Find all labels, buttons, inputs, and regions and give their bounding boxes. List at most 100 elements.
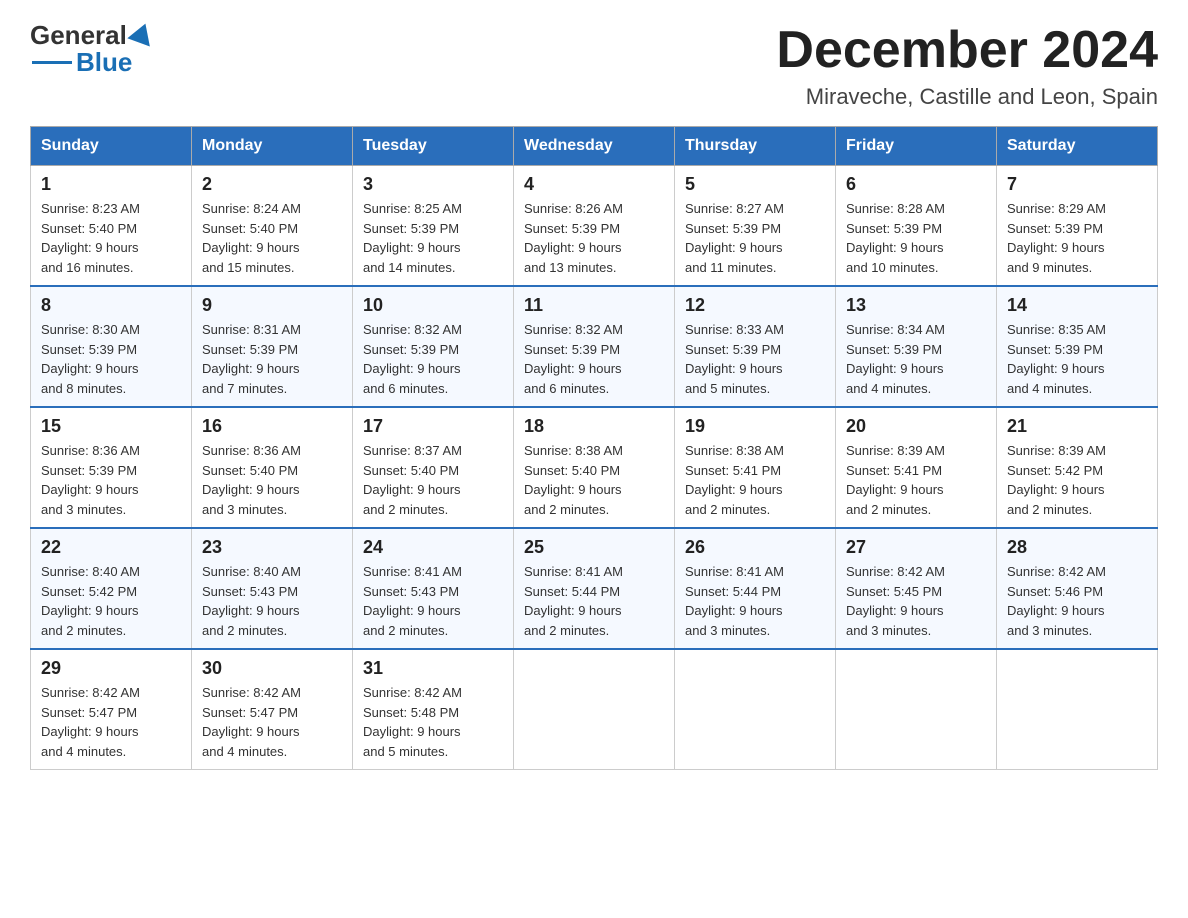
day-info: Sunrise: 8:27 AMSunset: 5:39 PMDaylight:… — [685, 199, 825, 277]
day-number: 17 — [363, 416, 503, 437]
day-number: 25 — [524, 537, 664, 558]
day-number: 6 — [846, 174, 986, 195]
day-number: 15 — [41, 416, 181, 437]
page-header: General Blue December 2024 Miraveche, Ca… — [30, 20, 1158, 110]
day-info: Sunrise: 8:30 AMSunset: 5:39 PMDaylight:… — [41, 320, 181, 398]
calendar-cell: 17 Sunrise: 8:37 AMSunset: 5:40 PMDayligh… — [353, 407, 514, 528]
calendar-cell: 5Sunrise: 8:27 AMSunset: 5:39 PMDaylight… — [675, 166, 836, 287]
day-info: Sunrise: 8:32 AMSunset: 5:39 PMDaylight:… — [524, 320, 664, 398]
day-number: 30 — [202, 658, 342, 679]
calendar-week-row: 22 Sunrise: 8:40 AMSunset: 5:42 PMDayligh… — [31, 528, 1158, 649]
calendar-cell: 10Sunrise: 8:32 AMSunset: 5:39 PMDayligh… — [353, 286, 514, 407]
calendar-cell: 30 Sunrise: 8:42 AMSunset: 5:47 PMDayligh… — [192, 649, 353, 770]
weekday-header-tuesday: Tuesday — [353, 127, 514, 166]
day-number: 18 — [524, 416, 664, 437]
calendar-cell: 12 Sunrise: 8:33 AMSunset: 5:39 PMDayligh… — [675, 286, 836, 407]
day-number: 14 — [1007, 295, 1147, 316]
calendar-cell: 2Sunrise: 8:24 AMSunset: 5:40 PMDaylight… — [192, 166, 353, 287]
calendar-cell: 3 Sunrise: 8:25 AMSunset: 5:39 PMDaylight… — [353, 166, 514, 287]
day-info: Sunrise: 8:23 AMSunset: 5:40 PMDaylight:… — [41, 199, 181, 277]
day-number: 4 — [524, 174, 664, 195]
day-number: 3 — [363, 174, 503, 195]
calendar-cell: 13 Sunrise: 8:34 AMSunset: 5:39 PMDayligh… — [836, 286, 997, 407]
day-info: Sunrise: 8:36 AMSunset: 5:39 PMDaylight:… — [41, 441, 181, 519]
calendar-cell: 7 Sunrise: 8:29 AMSunset: 5:39 PMDaylight… — [997, 166, 1158, 287]
day-number: 2 — [202, 174, 342, 195]
calendar-cell: 18 Sunrise: 8:38 AMSunset: 5:40 PMDayligh… — [514, 407, 675, 528]
day-info: Sunrise: 8:41 AMSunset: 5:44 PMDaylight:… — [524, 562, 664, 640]
day-info: Sunrise: 8:42 AMSunset: 5:47 PMDaylight:… — [202, 683, 342, 761]
day-number: 13 — [846, 295, 986, 316]
day-number: 23 — [202, 537, 342, 558]
calendar-table: SundayMondayTuesdayWednesdayThursdayFrid… — [30, 126, 1158, 770]
calendar-cell — [514, 649, 675, 770]
day-info: Sunrise: 8:40 AMSunset: 5:43 PMDaylight:… — [202, 562, 342, 640]
day-info: Sunrise: 8:37 AMSunset: 5:40 PMDaylight:… — [363, 441, 503, 519]
day-info: Sunrise: 8:42 AMSunset: 5:48 PMDaylight:… — [363, 683, 503, 761]
calendar-cell: 21 Sunrise: 8:39 AMSunset: 5:42 PMDayligh… — [997, 407, 1158, 528]
calendar-cell: 16 Sunrise: 8:36 AMSunset: 5:40 PMDayligh… — [192, 407, 353, 528]
calendar-cell — [836, 649, 997, 770]
day-number: 19 — [685, 416, 825, 437]
calendar-cell: 27 Sunrise: 8:42 AMSunset: 5:45 PMDayligh… — [836, 528, 997, 649]
calendar-cell: 24 Sunrise: 8:41 AMSunset: 5:43 PMDayligh… — [353, 528, 514, 649]
day-info: Sunrise: 8:42 AMSunset: 5:45 PMDaylight:… — [846, 562, 986, 640]
day-info: Sunrise: 8:33 AMSunset: 5:39 PMDaylight:… — [685, 320, 825, 398]
calendar-cell: 31 Sunrise: 8:42 AMSunset: 5:48 PMDayligh… — [353, 649, 514, 770]
day-number: 27 — [846, 537, 986, 558]
day-info: Sunrise: 8:28 AMSunset: 5:39 PMDaylight:… — [846, 199, 986, 277]
calendar-cell: 26Sunrise: 8:41 AMSunset: 5:44 PMDayligh… — [675, 528, 836, 649]
calendar-cell: 22 Sunrise: 8:40 AMSunset: 5:42 PMDayligh… — [31, 528, 192, 649]
calendar-week-row: 1 Sunrise: 8:23 AMSunset: 5:40 PMDaylight… — [31, 166, 1158, 287]
calendar-cell: 20Sunrise: 8:39 AMSunset: 5:41 PMDayligh… — [836, 407, 997, 528]
day-info: Sunrise: 8:41 AMSunset: 5:43 PMDaylight:… — [363, 562, 503, 640]
calendar-cell: 6 Sunrise: 8:28 AMSunset: 5:39 PMDaylight… — [836, 166, 997, 287]
weekday-header-monday: Monday — [192, 127, 353, 166]
logo-blue-text: Blue — [76, 47, 132, 78]
logo: General Blue — [30, 20, 154, 78]
calendar-cell: 1 Sunrise: 8:23 AMSunset: 5:40 PMDaylight… — [31, 166, 192, 287]
calendar-cell: 25 Sunrise: 8:41 AMSunset: 5:44 PMDayligh… — [514, 528, 675, 649]
calendar-cell: 28 Sunrise: 8:42 AMSunset: 5:46 PMDayligh… — [997, 528, 1158, 649]
day-info: Sunrise: 8:42 AMSunset: 5:46 PMDaylight:… — [1007, 562, 1147, 640]
day-info: Sunrise: 8:36 AMSunset: 5:40 PMDaylight:… — [202, 441, 342, 519]
day-number: 31 — [363, 658, 503, 679]
logo-triangle-icon — [127, 19, 156, 46]
day-number: 21 — [1007, 416, 1147, 437]
weekday-header-row: SundayMondayTuesdayWednesdayThursdayFrid… — [31, 127, 1158, 166]
day-number: 12 — [685, 295, 825, 316]
weekday-header-friday: Friday — [836, 127, 997, 166]
weekday-header-wednesday: Wednesday — [514, 127, 675, 166]
location-title: Miraveche, Castille and Leon, Spain — [776, 84, 1158, 110]
calendar-cell: 9Sunrise: 8:31 AMSunset: 5:39 PMDaylight… — [192, 286, 353, 407]
weekday-header-saturday: Saturday — [997, 127, 1158, 166]
day-number: 7 — [1007, 174, 1147, 195]
day-info: Sunrise: 8:31 AMSunset: 5:39 PMDaylight:… — [202, 320, 342, 398]
day-info: Sunrise: 8:32 AMSunset: 5:39 PMDaylight:… — [363, 320, 503, 398]
day-info: Sunrise: 8:34 AMSunset: 5:39 PMDaylight:… — [846, 320, 986, 398]
calendar-cell: 15 Sunrise: 8:36 AMSunset: 5:39 PMDayligh… — [31, 407, 192, 528]
day-number: 29 — [41, 658, 181, 679]
day-number: 1 — [41, 174, 181, 195]
day-number: 24 — [363, 537, 503, 558]
day-number: 22 — [41, 537, 181, 558]
calendar-cell: 19 Sunrise: 8:38 AMSunset: 5:41 PMDayligh… — [675, 407, 836, 528]
day-info: Sunrise: 8:39 AMSunset: 5:41 PMDaylight:… — [846, 441, 986, 519]
month-title: December 2024 — [776, 20, 1158, 80]
day-info: Sunrise: 8:25 AMSunset: 5:39 PMDaylight:… — [363, 199, 503, 277]
day-number: 16 — [202, 416, 342, 437]
day-info: Sunrise: 8:42 AMSunset: 5:47 PMDaylight:… — [41, 683, 181, 761]
day-info: Sunrise: 8:38 AMSunset: 5:41 PMDaylight:… — [685, 441, 825, 519]
day-number: 28 — [1007, 537, 1147, 558]
day-info: Sunrise: 8:35 AMSunset: 5:39 PMDaylight:… — [1007, 320, 1147, 398]
day-number: 26 — [685, 537, 825, 558]
day-info: Sunrise: 8:39 AMSunset: 5:42 PMDaylight:… — [1007, 441, 1147, 519]
calendar-cell: 23 Sunrise: 8:40 AMSunset: 5:43 PMDayligh… — [192, 528, 353, 649]
day-info: Sunrise: 8:29 AMSunset: 5:39 PMDaylight:… — [1007, 199, 1147, 277]
day-number: 8 — [41, 295, 181, 316]
day-info: Sunrise: 8:40 AMSunset: 5:42 PMDaylight:… — [41, 562, 181, 640]
calendar-cell: 29 Sunrise: 8:42 AMSunset: 5:47 PMDayligh… — [31, 649, 192, 770]
day-info: Sunrise: 8:38 AMSunset: 5:40 PMDaylight:… — [524, 441, 664, 519]
calendar-cell: 4Sunrise: 8:26 AMSunset: 5:39 PMDaylight… — [514, 166, 675, 287]
calendar-week-row: 29 Sunrise: 8:42 AMSunset: 5:47 PMDayligh… — [31, 649, 1158, 770]
